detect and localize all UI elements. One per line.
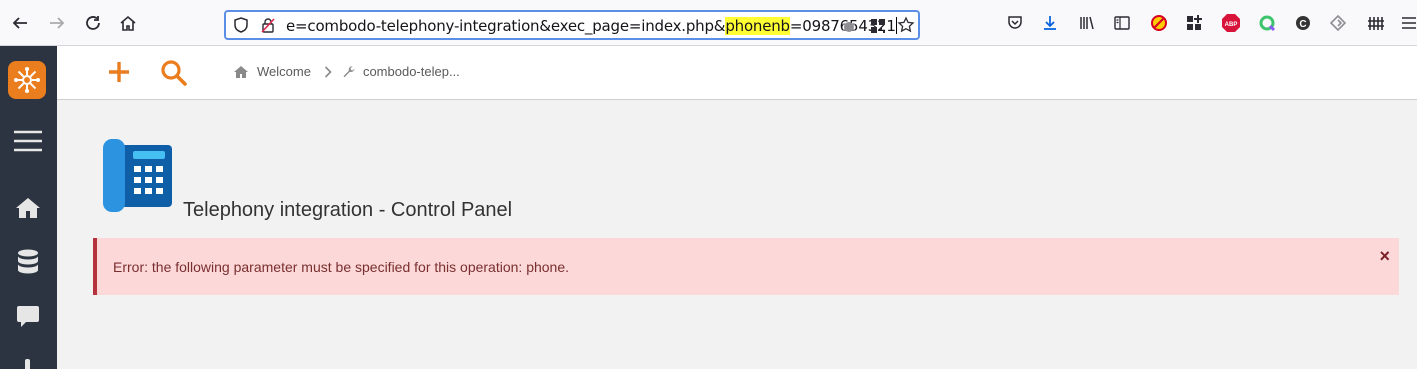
shield-icon[interactable] <box>232 16 250 39</box>
pocket-icon[interactable] <box>1003 11 1027 35</box>
alert-message: Error: the following parameter must be s… <box>113 259 570 275</box>
svg-text:C: C <box>1299 19 1306 30</box>
library-icon[interactable] <box>1075 11 1099 35</box>
top-bar: Welcome combodo-telep... <box>57 46 1417 100</box>
breadcrumb: Welcome combodo-telep... <box>233 64 460 79</box>
extensions-grid-icon[interactable] <box>1182 11 1206 35</box>
browser-toolbar: e=combodo-telephony-integration&exec_pag… <box>0 0 1417 46</box>
error-alert: Error: the following parameter must be s… <box>93 238 1399 295</box>
close-icon[interactable]: × <box>1379 246 1390 267</box>
home-icon[interactable] <box>116 11 140 35</box>
bookmark-star-icon[interactable] <box>897 16 915 39</box>
qwant-extension-icon[interactable] <box>1255 11 1279 35</box>
c-extension-icon[interactable]: C <box>1291 11 1315 35</box>
insecure-lock-icon[interactable] <box>259 16 277 39</box>
database-icon[interactable] <box>12 246 44 278</box>
breadcrumb-chevron-icon <box>324 65 332 78</box>
breadcrumb-home-icon <box>233 65 249 79</box>
svg-text:ABP: ABP <box>1225 22 1238 28</box>
qr-code-icon[interactable] <box>869 17 887 40</box>
breadcrumb-welcome[interactable]: Welcome <box>257 64 311 79</box>
adblock-plus-icon[interactable]: ABP <box>1219 11 1243 35</box>
bug-icon[interactable] <box>840 17 858 40</box>
fence-extension-icon[interactable] <box>1364 11 1388 35</box>
search-icon[interactable] <box>160 59 188 92</box>
breadcrumb-current[interactable]: combodo-telep... <box>363 64 460 79</box>
breadcrumb-wrench-icon <box>342 65 356 79</box>
telephone-icon <box>103 139 173 217</box>
url-bar[interactable]: e=combodo-telephony-integration&exec_pag… <box>224 10 920 40</box>
diamond-extension-icon[interactable] <box>1326 11 1350 35</box>
url-text[interactable]: e=combodo-telephony-integration&exec_pag… <box>286 17 897 35</box>
hamburger-menu-icon[interactable] <box>12 125 44 157</box>
reload-icon[interactable] <box>81 11 105 35</box>
sidebar-icon[interactable] <box>1110 11 1134 35</box>
downloads-icon[interactable] <box>1038 11 1062 35</box>
forward-icon[interactable] <box>45 11 69 35</box>
url-highlight: phonenb <box>725 17 790 35</box>
partial-nav-icon[interactable] <box>25 359 30 369</box>
blocker-extension-icon[interactable] <box>1147 11 1171 35</box>
menu-icon[interactable] <box>1399 11 1417 35</box>
back-icon[interactable] <box>8 11 32 35</box>
new-object-plus-icon[interactable] <box>107 60 131 89</box>
nav-home-icon[interactable] <box>12 192 44 224</box>
chat-bubble-icon[interactable] <box>12 300 44 332</box>
page-title: Telephony integration - Control Panel <box>183 199 513 221</box>
url-prefix: e=combodo-telephony-integration&exec_pag… <box>286 17 726 35</box>
itop-logo[interactable] <box>8 61 46 99</box>
left-navigation <box>0 46 57 369</box>
